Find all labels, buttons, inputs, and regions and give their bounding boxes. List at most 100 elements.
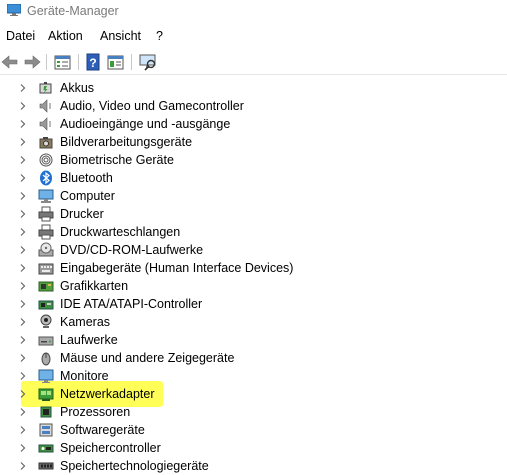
tree-node-label[interactable]: Speichercontroller (60, 441, 161, 455)
tree-node-label[interactable]: DVD/CD-ROM-Laufwerke (60, 243, 203, 257)
printer-icon (38, 206, 54, 222)
expand-chevron-icon[interactable] (19, 282, 27, 290)
device-manager-icon (7, 4, 21, 16)
computer-icon (38, 189, 54, 203)
expand-chevron-icon[interactable] (19, 354, 27, 362)
fingerprint-icon (39, 153, 53, 167)
tree-node-label[interactable]: IDE ATA/ATAPI-Controller (60, 297, 202, 311)
tree-node[interactable]: IDE ATA/ATAPI-Controller (0, 295, 507, 313)
tree-node-label[interactable]: Speichertechnologiegeräte (60, 459, 209, 473)
tree-node-label[interactable]: Audioeingänge und -ausgänge (60, 117, 230, 131)
processor-icon (40, 406, 52, 418)
webcam-icon (40, 314, 52, 328)
expand-chevron-icon[interactable] (19, 102, 27, 110)
tree-node-label[interactable]: Prozessoren (60, 405, 130, 419)
network-adapter-icon (38, 388, 54, 401)
tree-node-label[interactable]: Eingabegeräte (Human Interface Devices) (60, 261, 293, 275)
tree-node-label[interactable]: Mäuse und andere Zeigegeräte (60, 351, 234, 365)
view-icon[interactable] (106, 52, 126, 72)
expand-chevron-icon[interactable] (19, 84, 27, 92)
tree-node[interactable]: Audioeingänge und -ausgänge (0, 115, 507, 133)
help-icon[interactable]: ? (84, 52, 104, 72)
expand-chevron-icon[interactable] (19, 120, 27, 128)
expand-chevron-icon[interactable] (19, 444, 27, 452)
tree-node[interactable]: Speichertechnologiegeräte (0, 457, 507, 475)
menu-aktion[interactable]: Aktion (48, 29, 83, 43)
expand-chevron-icon[interactable] (19, 228, 27, 236)
tree-node-label[interactable]: Kameras (60, 315, 110, 329)
expand-chevron-icon[interactable] (19, 156, 27, 164)
tree-node-label[interactable]: Druckwarteschlangen (60, 225, 180, 239)
back-arrow-icon[interactable] (0, 52, 20, 72)
camera-icon (39, 137, 53, 149)
tree-node-label[interactable]: Monitore (60, 369, 109, 383)
expand-chevron-icon[interactable] (19, 210, 27, 218)
expand-chevron-icon[interactable] (19, 372, 27, 380)
tree-node-label[interactable]: Akkus (60, 81, 94, 95)
tree-node[interactable]: Bildverarbeitungsgeräte (0, 133, 507, 151)
speaker-icon (39, 99, 51, 113)
tree-node[interactable]: Softwaregeräte (0, 421, 507, 439)
tree-node[interactable]: Monitore (0, 367, 507, 385)
tree-node-label[interactable]: Biometrische Geräte (60, 153, 174, 167)
tree-node-label[interactable]: Audio, Video und Gamecontroller (60, 99, 244, 113)
tree-node[interactable]: Prozessoren (0, 403, 507, 421)
expand-chevron-icon[interactable] (19, 408, 27, 416)
properties-icon[interactable] (53, 52, 73, 72)
device-tree[interactable]: Akkus Audio, Video und Gamecontroller Audi… (0, 79, 507, 475)
tree-node[interactable]: Biometrische Geräte (0, 151, 507, 169)
tree-node[interactable]: Computer (0, 187, 507, 205)
toolbar: ? (0, 50, 507, 75)
tree-node-label[interactable]: Computer (60, 189, 115, 203)
tree-node[interactable]: Kameras (0, 313, 507, 331)
memory-tech-icon (38, 462, 54, 470)
menu-help[interactable]: ? (156, 29, 163, 43)
scan-hardware-icon[interactable] (138, 52, 158, 72)
tree-node[interactable]: DVD/CD-ROM-Laufwerke (0, 241, 507, 259)
tree-node-label[interactable]: Bildverarbeitungsgeräte (60, 135, 192, 149)
tree-node[interactable]: Grafikkarten (0, 277, 507, 295)
tree-node[interactable]: Akkus (0, 79, 507, 97)
expand-chevron-icon[interactable] (19, 264, 27, 272)
tree-node-label[interactable]: Netzwerkadapter (60, 387, 155, 401)
menu-datei[interactable]: Datei (6, 29, 35, 43)
tree-node-label[interactable]: Laufwerke (60, 333, 118, 347)
tree-node[interactable]: Audio, Video und Gamecontroller (0, 97, 507, 115)
printer-icon (38, 224, 54, 240)
ide-controller-icon (38, 300, 54, 310)
expand-chevron-icon[interactable] (19, 246, 27, 254)
tree-node-label[interactable]: Bluetooth (60, 171, 113, 185)
expand-chevron-icon[interactable] (19, 318, 27, 326)
storage-controller-icon (38, 444, 54, 453)
tree-node[interactable]: Bluetooth (0, 169, 507, 187)
bluetooth-icon (40, 170, 52, 186)
tree-node-label[interactable]: Drucker (60, 207, 104, 221)
display-adapter-icon (38, 281, 54, 292)
expand-chevron-icon[interactable] (19, 390, 27, 398)
tree-node[interactable]: Drucker (0, 205, 507, 223)
expand-chevron-icon[interactable] (19, 138, 27, 146)
tree-node[interactable]: Netzwerkadapter (0, 385, 507, 403)
tree-node-label[interactable]: Softwaregeräte (60, 423, 145, 437)
expand-chevron-icon[interactable] (19, 192, 27, 200)
expand-chevron-icon[interactable] (19, 174, 27, 182)
tree-node[interactable]: Druckwarteschlangen (0, 223, 507, 241)
menu-ansicht[interactable]: Ansicht (100, 29, 141, 43)
tree-node-label[interactable]: Grafikkarten (60, 279, 128, 293)
tree-node[interactable]: Speichercontroller (0, 439, 507, 457)
drive-icon (38, 336, 54, 346)
expand-chevron-icon[interactable] (19, 462, 27, 470)
title-bar: Geräte-Manager (0, 0, 507, 24)
tree-node[interactable]: Mäuse und andere Zeigegeräte (0, 349, 507, 367)
tree-node[interactable]: Eingabegeräte (Human Interface Devices) (0, 259, 507, 277)
forward-arrow-icon[interactable] (22, 52, 42, 72)
monitor-icon (38, 369, 54, 383)
expand-chevron-icon[interactable] (19, 336, 27, 344)
expand-chevron-icon[interactable] (19, 426, 27, 434)
expand-chevron-icon[interactable] (19, 300, 27, 308)
speaker-icon (39, 117, 51, 131)
keyboard-icon (38, 263, 54, 275)
window-title: Geräte-Manager (27, 4, 119, 18)
tree-node[interactable]: Laufwerke (0, 331, 507, 349)
disc-drive-icon (38, 242, 54, 257)
